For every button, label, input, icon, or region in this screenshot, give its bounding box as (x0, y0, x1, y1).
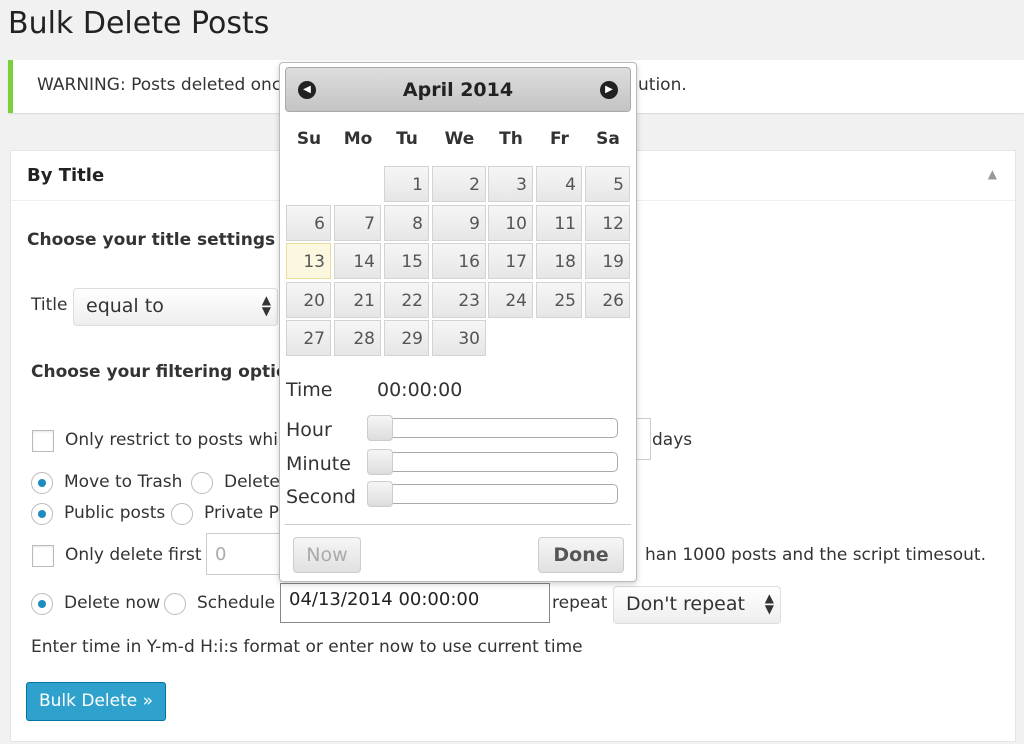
calendar-header: ◀ April 2014 ▶ (285, 67, 631, 112)
done-button[interactable]: Done (538, 537, 624, 573)
calendar-day[interactable]: 9 (432, 205, 486, 241)
restrict-label: Only restrict to posts whi (65, 430, 278, 450)
calendar-day[interactable]: 23 (432, 282, 486, 318)
calendar-day[interactable]: 18 (536, 243, 582, 279)
delete-now-label: Delete now (64, 593, 161, 613)
bulk-delete-button[interactable]: Bulk Delete » (26, 682, 166, 721)
second-label: Second (286, 486, 356, 508)
calendar-day[interactable]: 3 (488, 166, 533, 202)
delete-permanently-radio[interactable] (191, 472, 213, 494)
calendar-day[interactable]: 14 (334, 243, 381, 279)
calendar-day[interactable]: 7 (334, 205, 381, 241)
move-to-trash-label: Move to Trash (64, 472, 183, 492)
schedule-label: Schedule (197, 593, 276, 613)
schedule-datetime-input[interactable]: 04/13/2014 00:00:00 (280, 583, 550, 623)
hour-label: Hour (286, 419, 332, 441)
calendar-day[interactable]: 26 (585, 282, 630, 318)
time-value: 00:00:00 (377, 379, 463, 401)
title-condition-select[interactable]: equal to ▲ ▼ (73, 288, 278, 326)
calendar-day[interactable]: 11 (536, 205, 582, 241)
hour-slider[interactable] (367, 415, 618, 441)
delete-permanently-label: Delete (224, 472, 280, 492)
time-label: Time (286, 379, 333, 401)
private-posts-label: Private P (204, 503, 279, 523)
minute-slider[interactable] (367, 449, 618, 475)
select-arrows-icon: ▲ ▼ (261, 293, 271, 318)
delete-first-label: Only delete first (65, 545, 202, 565)
time-format-hint: Enter time in Y-m-d H:i:s format or ente… (31, 637, 583, 657)
delete-now-radio[interactable] (31, 593, 53, 615)
calendar-day[interactable]: 24 (488, 282, 533, 318)
private-posts-radio[interactable] (171, 503, 193, 525)
minute-slider-handle[interactable] (367, 449, 393, 475)
divider (285, 524, 631, 525)
select-arrows-icon: ▲ ▼ (764, 591, 774, 616)
calendar-day[interactable]: 2 (432, 166, 486, 202)
restrict-checkbox[interactable] (32, 430, 54, 452)
month-year-label: April 2014 (402, 79, 514, 101)
warning-text-right: ution. (638, 75, 687, 95)
weekday-header: Th (499, 129, 523, 149)
hour-slider-handle[interactable] (367, 415, 393, 441)
calendar-day[interactable]: 12 (585, 205, 630, 241)
calendar-day[interactable]: 21 (334, 282, 381, 318)
calendar-day[interactable]: 13 (286, 243, 331, 279)
triangle-up-icon[interactable]: ▲ (988, 167, 997, 181)
title-select-value: equal to (86, 295, 164, 317)
calendar-day[interactable]: 20 (286, 282, 331, 318)
days-label: days (652, 430, 693, 450)
weekday-header: We (444, 129, 475, 149)
repeat-select[interactable]: Don't repeat ▲ ▼ (613, 586, 781, 624)
calendar-day[interactable]: 1 (384, 166, 429, 202)
datetime-picker-popup: ◀ April 2014 ▶ Su Mo Tu We Th Fr Sa 1234567891… (279, 62, 637, 582)
calendar-day[interactable]: 27 (286, 320, 331, 356)
filter-heading: Choose your filtering option (31, 362, 300, 382)
next-month-icon[interactable]: ▶ (600, 81, 618, 99)
calendar-day[interactable]: 15 (384, 243, 429, 279)
calendar-day[interactable]: 4 (536, 166, 582, 202)
weekday-header: Fr (550, 129, 569, 149)
delete-first-input[interactable]: 0 (206, 533, 286, 575)
page-title: Bulk Delete Posts (8, 6, 270, 41)
second-slider[interactable] (367, 481, 618, 507)
title-label: Title (31, 295, 68, 315)
delete-first-hint: han 1000 posts and the script timesout. (645, 545, 986, 565)
repeat-label: repeat (552, 593, 608, 613)
minute-label: Minute (286, 453, 351, 475)
calendar-day[interactable]: 16 (432, 243, 486, 279)
title-settings-heading: Choose your title settings (27, 230, 276, 250)
calendar-day[interactable]: 28 (334, 320, 381, 356)
move-to-trash-radio[interactable] (31, 472, 53, 494)
calendar-day[interactable]: 19 (585, 243, 630, 279)
weekday-header: Su (296, 129, 322, 149)
panel-title: By Title (27, 165, 105, 186)
weekday-header: Tu (396, 129, 418, 149)
weekday-header: Mo (343, 129, 373, 149)
calendar-day[interactable]: 29 (384, 320, 429, 356)
calendar-day[interactable]: 22 (384, 282, 429, 318)
warning-text-left: WARNING: Posts deleted onc (37, 75, 282, 95)
calendar-day[interactable]: 10 (488, 205, 533, 241)
weekday-header: Sa (596, 129, 620, 149)
calendar-day[interactable]: 8 (384, 205, 429, 241)
schedule-radio[interactable] (164, 593, 186, 615)
now-button[interactable]: Now (293, 537, 361, 573)
delete-first-checkbox[interactable] (32, 545, 54, 567)
calendar-day[interactable]: 30 (432, 320, 486, 356)
repeat-select-value: Don't repeat (626, 593, 745, 615)
second-slider-handle[interactable] (367, 481, 393, 507)
calendar-day[interactable]: 25 (536, 282, 582, 318)
public-posts-label: Public posts (64, 503, 166, 523)
calendar-day[interactable]: 17 (488, 243, 533, 279)
calendar-day[interactable]: 6 (286, 205, 331, 241)
public-posts-radio[interactable] (31, 503, 53, 525)
calendar-day[interactable]: 5 (585, 166, 630, 202)
